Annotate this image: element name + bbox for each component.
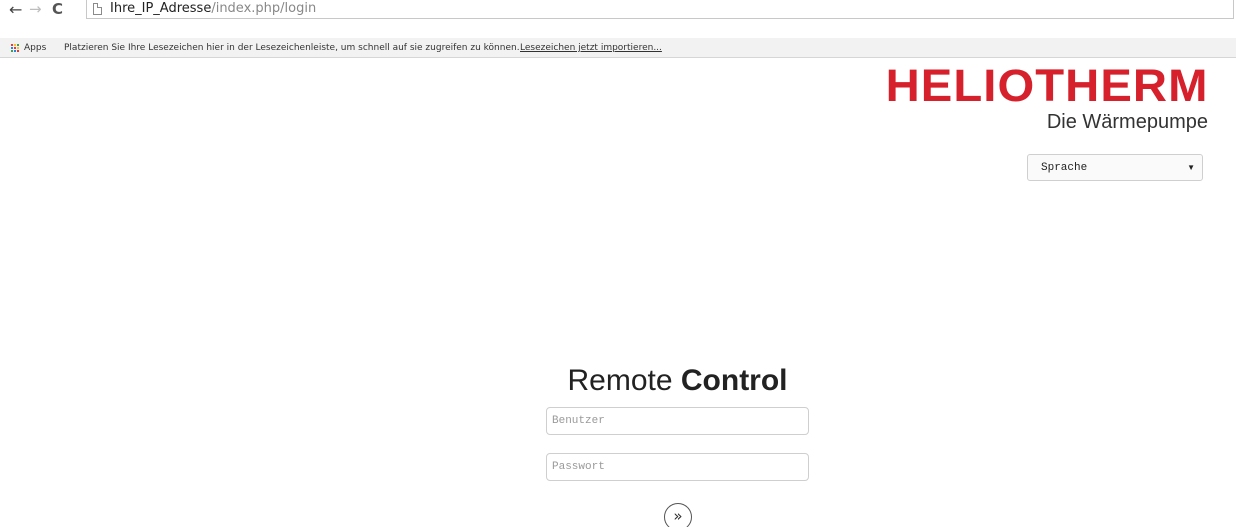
url-path: /index.php/login (211, 1, 317, 16)
heliotherm-logo: HELIOTHERM Die Wärmepumpe (885, 62, 1208, 134)
logo-subtitle: Die Wärmepumpe (1046, 111, 1208, 133)
import-bookmarks-link[interactable]: Lesezeichen jetzt importieren... (520, 38, 662, 58)
bookmarks-bar: Apps Platzieren Sie Ihre Lesezeichen hie… (0, 38, 1236, 58)
login-submit-button[interactable]: » (664, 503, 692, 527)
language-select[interactable]: Sprache ▼ (1027, 154, 1203, 181)
title-bold: Control (680, 364, 788, 397)
title-light: Remote (567, 364, 673, 397)
url-text[interactable]: Ihre_IP_Adresse/index.php/login (110, 0, 316, 18)
back-arrow-icon[interactable]: ← (9, 0, 22, 19)
url-host: Ihre_IP_Adresse (110, 1, 212, 16)
address-bar[interactable]: Ihre_IP_Adresse/index.php/login (86, 0, 1234, 19)
apps-grid-icon[interactable] (11, 44, 20, 53)
bookmarks-info-text: Platzieren Sie Ihre Lesezeichen hier in … (64, 43, 520, 53)
page-icon (93, 3, 102, 15)
username-input[interactable] (546, 407, 809, 435)
forward-arrow-icon[interactable]: → (29, 0, 42, 19)
page-title: Remote Control (0, 361, 1236, 401)
password-input[interactable] (546, 453, 809, 481)
apps-shortcut[interactable]: Apps (24, 38, 46, 58)
language-select-value: Sprache (1041, 162, 1088, 174)
logo-title: HELIOTHERM (885, 60, 1208, 111)
dropdown-arrow-icon: ▼ (1187, 163, 1195, 172)
browser-toolbar: ← → C Ihre_IP_Adresse/index.php/login (0, 0, 1236, 19)
reload-icon[interactable]: C (52, 0, 63, 19)
